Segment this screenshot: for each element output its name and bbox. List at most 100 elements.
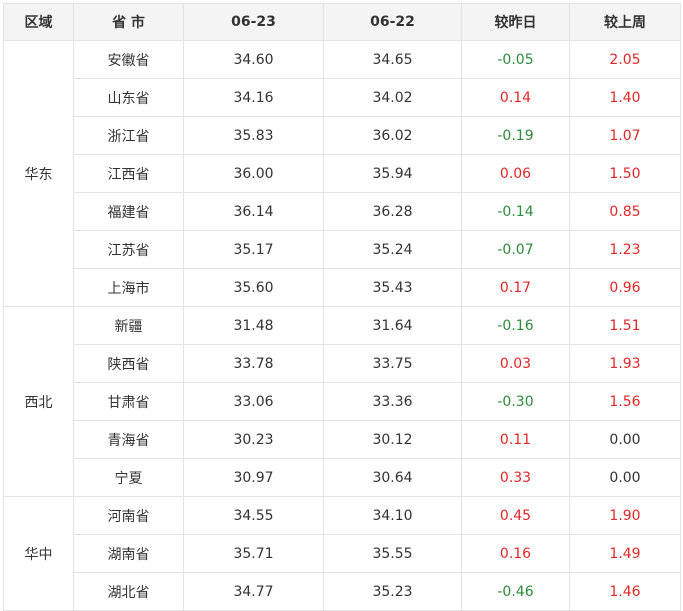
price-0623-cell: 31.48: [183, 306, 324, 345]
change-vs-yesterday-cell: 0.45: [461, 496, 570, 535]
price-0623-cell: 35.17: [183, 230, 324, 269]
province-cell: 河南省: [73, 496, 184, 535]
price-0623-cell: 34.77: [183, 572, 324, 611]
province-cell: 甘肃省: [73, 382, 184, 421]
change-vs-last-week-cell: 1.93: [569, 344, 681, 383]
table-row: 陕西省 33.78 33.75 0.03 1.93: [4, 344, 681, 383]
change-vs-yesterday-cell: 0.03: [461, 344, 570, 383]
price-0623-cell: 30.97: [183, 458, 324, 497]
header-date-0622: 06-22: [323, 3, 462, 41]
header-date-0623: 06-23: [183, 3, 324, 41]
province-cell: 山东省: [73, 78, 184, 117]
province-cell: 新疆: [73, 306, 184, 345]
table-row: 浙江省 35.83 36.02 -0.19 1.07: [4, 116, 681, 155]
price-0622-cell: 30.64: [323, 458, 462, 497]
change-vs-yesterday-cell: -0.16: [461, 306, 570, 345]
change-vs-last-week-cell: 1.46: [569, 572, 681, 611]
region-cell: 西北: [3, 306, 74, 497]
price-0623-cell: 35.71: [183, 534, 324, 573]
change-vs-last-week-cell: 1.49: [569, 534, 681, 573]
change-vs-last-week-cell: 0.85: [569, 192, 681, 231]
price-0622-cell: 30.12: [323, 420, 462, 459]
table-row: 青海省 30.23 30.12 0.11 0.00: [4, 420, 681, 459]
province-cell: 青海省: [73, 420, 184, 459]
price-0623-cell: 30.23: [183, 420, 324, 459]
table-row: 宁夏 30.97 30.64 0.33 0.00: [4, 458, 681, 497]
change-vs-yesterday-cell: -0.14: [461, 192, 570, 231]
price-0623-cell: 33.78: [183, 344, 324, 383]
change-vs-yesterday-cell: -0.30: [461, 382, 570, 421]
price-0622-cell: 36.28: [323, 192, 462, 231]
change-vs-last-week-cell: 1.56: [569, 382, 681, 421]
price-0622-cell: 35.23: [323, 572, 462, 611]
change-vs-last-week-cell: 0.96: [569, 268, 681, 307]
change-vs-yesterday-cell: 0.16: [461, 534, 570, 573]
table-body: 华东 安徽省 34.60 34.65 -0.05 2.05 山东省 34.16 34.02 0.1…: [3, 40, 681, 611]
price-0622-cell: 33.75: [323, 344, 462, 383]
change-vs-yesterday-cell: 0.33: [461, 458, 570, 497]
province-cell: 湖南省: [73, 534, 184, 573]
change-vs-last-week-cell: 1.50: [569, 154, 681, 193]
change-vs-last-week-cell: 1.07: [569, 116, 681, 155]
header-region: 区域: [3, 3, 74, 41]
table-row: 华东 安徽省 34.60 34.65 -0.05 2.05: [3, 40, 681, 307]
change-vs-yesterday-cell: 0.11: [461, 420, 570, 459]
price-0622-cell: 35.24: [323, 230, 462, 269]
price-0622-cell: 35.94: [323, 154, 462, 193]
price-0623-cell: 33.06: [183, 382, 324, 421]
change-vs-yesterday-cell: -0.07: [461, 230, 570, 269]
price-0623-cell: 34.60: [183, 40, 324, 79]
province-cell: 湖北省: [73, 572, 184, 611]
price-0622-cell: 34.65: [323, 40, 462, 79]
province-cell: 福建省: [73, 192, 184, 231]
region-cell: 华东: [3, 40, 74, 307]
province-cell: 江苏省: [73, 230, 184, 269]
province-cell: 浙江省: [73, 116, 184, 155]
header-row: 区域 省 市 06-23 06-22 较昨日 较上周: [3, 3, 681, 41]
province-cell: 上海市: [73, 268, 184, 307]
price-0622-cell: 33.36: [323, 382, 462, 421]
change-vs-last-week-cell: 1.90: [569, 496, 681, 535]
price-0623-cell: 36.00: [183, 154, 324, 193]
price-0622-cell: 34.10: [323, 496, 462, 535]
header-vs-yesterday: 较昨日: [461, 3, 570, 41]
table-row: 山东省 34.16 34.02 0.14 1.40: [4, 78, 681, 117]
province-cell: 宁夏: [73, 458, 184, 497]
region-cell: 华中: [3, 496, 74, 611]
table-header: 区域 省 市 06-23 06-22 较昨日 较上周: [3, 3, 681, 41]
price-0623-cell: 36.14: [183, 192, 324, 231]
change-vs-last-week-cell: 2.05: [569, 40, 681, 79]
change-vs-yesterday-cell: 0.17: [461, 268, 570, 307]
header-province: 省 市: [73, 3, 184, 41]
change-vs-last-week-cell: 1.51: [569, 306, 681, 345]
price-0622-cell: 34.02: [323, 78, 462, 117]
price-0623-cell: 35.60: [183, 268, 324, 307]
price-table: 区域 省 市 06-23 06-22 较昨日 较上周 华东 安徽省 34.60 34.…: [3, 3, 681, 611]
table-row: 江西省 36.00 35.94 0.06 1.50: [4, 154, 681, 193]
change-vs-last-week-cell: 0.00: [569, 458, 681, 497]
price-0622-cell: 35.43: [323, 268, 462, 307]
change-vs-yesterday-cell: 0.14: [461, 78, 570, 117]
table-row: 甘肃省 33.06 33.36 -0.30 1.56: [4, 382, 681, 421]
price-0622-cell: 35.55: [323, 534, 462, 573]
change-vs-yesterday-cell: -0.46: [461, 572, 570, 611]
price-0623-cell: 35.83: [183, 116, 324, 155]
table-row: 华中 河南省 34.55 34.10 0.45 1.90: [3, 496, 681, 611]
change-vs-yesterday-cell: -0.19: [461, 116, 570, 155]
province-cell: 安徽省: [73, 40, 184, 79]
table-row: 湖南省 35.71 35.55 0.16 1.49: [4, 534, 681, 573]
table-row: 西北 新疆 31.48 31.64 -0.16 1.51: [3, 306, 681, 497]
change-vs-last-week-cell: 0.00: [569, 420, 681, 459]
price-0623-cell: 34.16: [183, 78, 324, 117]
table-row: 湖北省 34.77 35.23 -0.46 1.46: [4, 572, 681, 611]
price-0622-cell: 36.02: [323, 116, 462, 155]
header-vs-last-week: 较上周: [569, 3, 681, 41]
change-vs-yesterday-cell: 0.06: [461, 154, 570, 193]
table-row: 上海市 35.60 35.43 0.17 0.96: [4, 268, 681, 307]
change-vs-yesterday-cell: -0.05: [461, 40, 570, 79]
province-cell: 江西省: [73, 154, 184, 193]
change-vs-last-week-cell: 1.40: [569, 78, 681, 117]
change-vs-last-week-cell: 1.23: [569, 230, 681, 269]
province-cell: 陕西省: [73, 344, 184, 383]
table-row: 江苏省 35.17 35.24 -0.07 1.23: [4, 230, 681, 269]
